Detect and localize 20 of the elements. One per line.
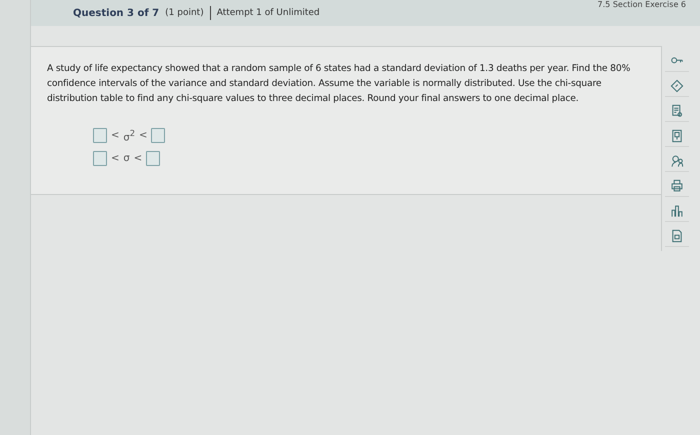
less-than-sign: < — [139, 130, 148, 142]
question-number: Question 3 of 7 — [73, 8, 160, 18]
section-title: 7.5 Section Exercise 6 — [598, 0, 686, 9]
less-than-sign: < — [111, 130, 120, 142]
file-icon — [670, 228, 684, 242]
document-icon — [670, 104, 684, 118]
answer-box[interactable] — [151, 128, 166, 144]
answer-box[interactable] — [146, 151, 160, 166]
chart-icon — [670, 204, 684, 218]
math-symbol: σ — [123, 153, 130, 164]
answer-box[interactable] — [93, 151, 107, 166]
attempt-count: Attempt 1 of Unlimited — [216, 8, 320, 18]
question-points: (1 point) — [165, 8, 204, 18]
answer-box[interactable] — [93, 128, 107, 144]
question-text: A study of life expectancy showed that a random sample of 6 states had a standard deviation of 1.3 deaths per year. Find the 80% confidence intervals of the variance and standard deviation. Assume the variable is normally distributed. Use the chi-square distribution table to find any chi-square values to three decimal places. Round your final answers to one decimal place. — [47, 62, 632, 106]
less-than-sign: < — [134, 153, 142, 164]
math-symbol: σ$^{2}$ — [123, 128, 136, 144]
less-than-sign: < — [111, 153, 120, 164]
diamond-icon — [670, 78, 684, 92]
printer-icon — [670, 178, 684, 192]
